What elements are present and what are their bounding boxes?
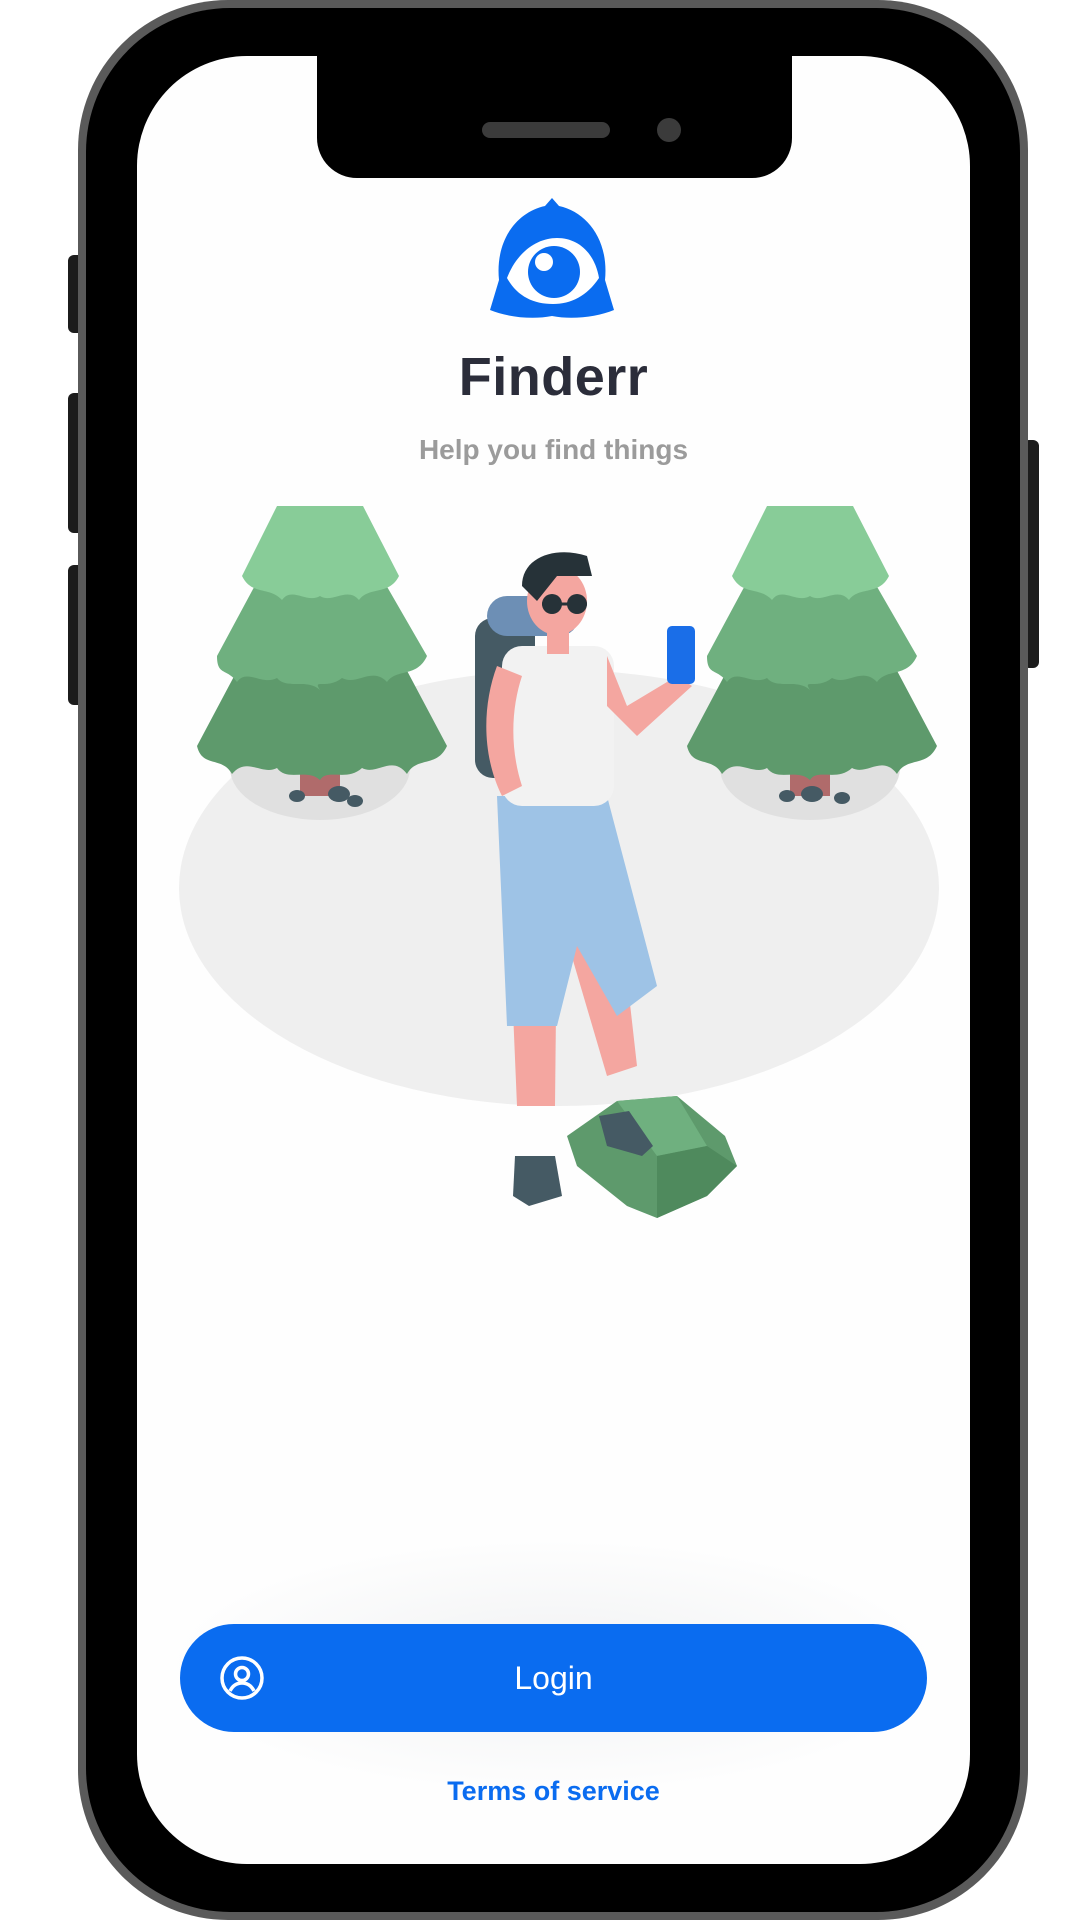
- hiker-illustration: [179, 506, 939, 1218]
- app-screen: Finderr Help you find things Login Terms…: [137, 56, 970, 1864]
- rock: [567, 1096, 737, 1218]
- login-button[interactable]: Login: [180, 1624, 927, 1732]
- login-button-label: Login: [514, 1660, 593, 1696]
- app-subtitle: Help you find things: [418, 434, 689, 465]
- tree-left: [197, 506, 447, 807]
- terms-of-service-link[interactable]: Terms of service: [137, 1776, 970, 1807]
- speaker-grille: [482, 122, 610, 138]
- page: Finderr Help you find things Login Terms…: [0, 0, 1080, 1920]
- front-camera: [657, 118, 681, 142]
- notch: [317, 56, 792, 178]
- tree-right: [687, 506, 937, 804]
- app-title: Finderr: [458, 347, 649, 407]
- eye-logo-icon: [490, 198, 614, 318]
